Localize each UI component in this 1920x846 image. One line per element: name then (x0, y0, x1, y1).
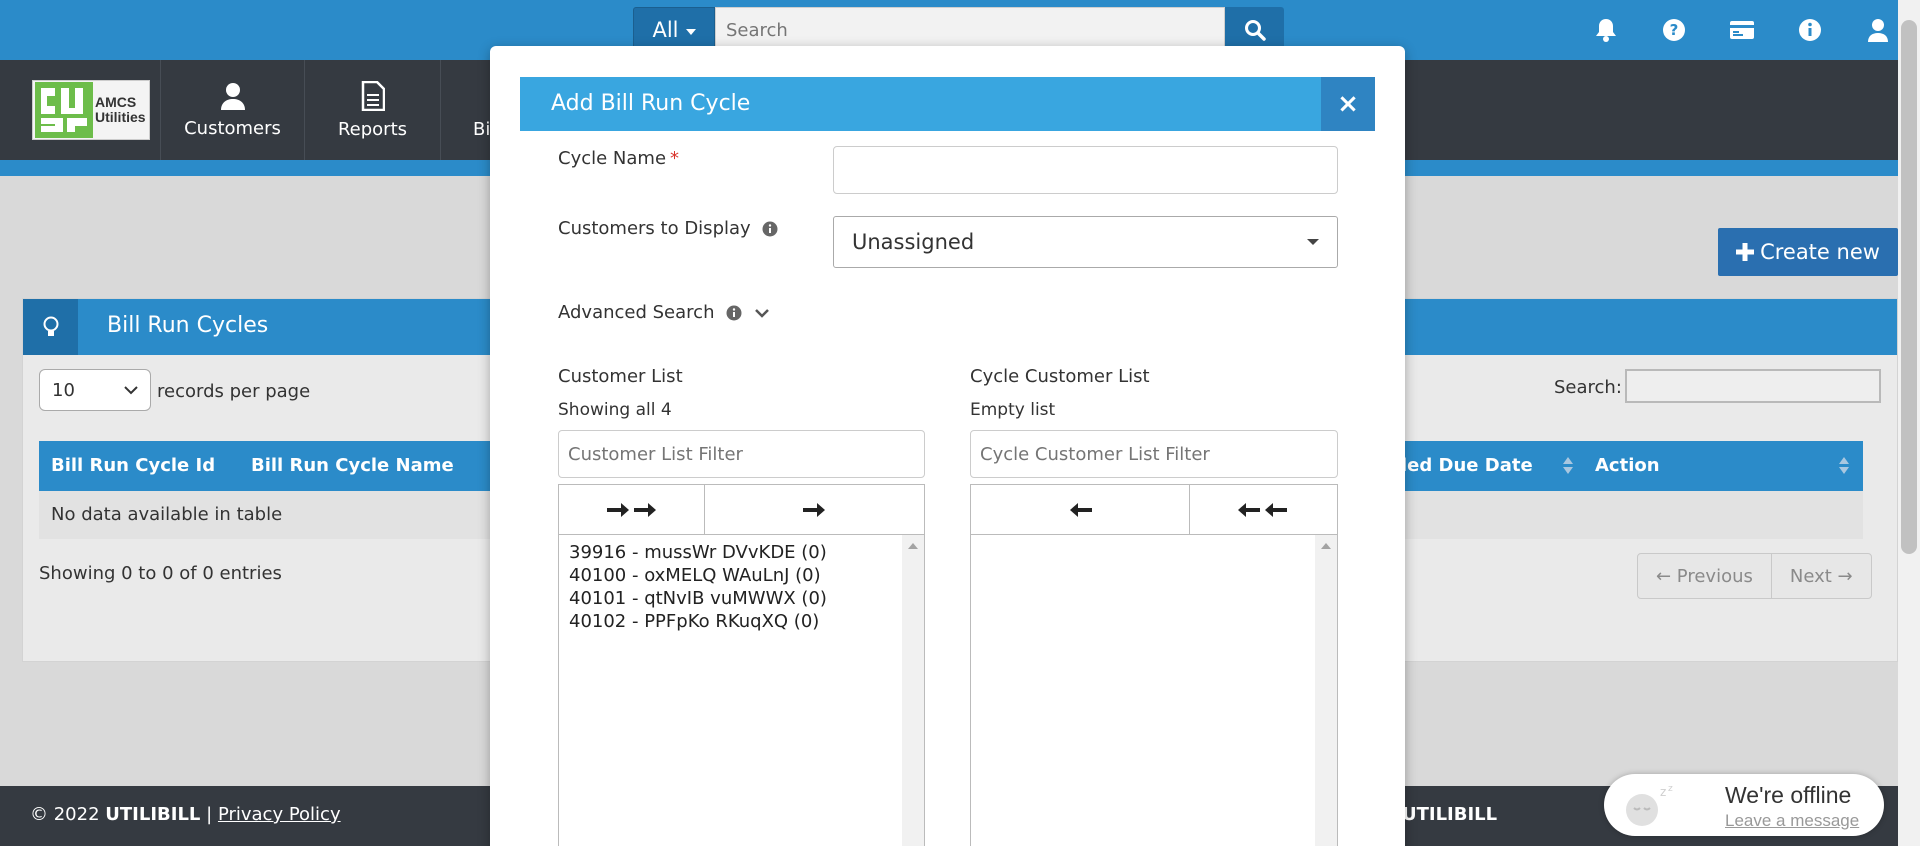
cycle-name-input[interactable] (833, 146, 1338, 194)
list-item[interactable]: 39916 - mussWr DVvKDE (0) (569, 541, 914, 564)
customers-to-display-select[interactable]: Unassigned (833, 216, 1338, 268)
double-arrow-left-icon (1238, 503, 1288, 517)
bell-icon[interactable] (1590, 14, 1622, 46)
info-icon (726, 305, 742, 321)
info-icon[interactable] (1794, 14, 1826, 46)
advanced-search-toggle[interactable]: Advanced Search (558, 302, 770, 323)
move-all-left-button[interactable] (1188, 485, 1337, 535)
nav-item-label: Reports (337, 118, 408, 140)
footer-right-brand: UTILIBILL (1402, 804, 1498, 825)
user-icon (220, 82, 245, 110)
modal-header: Add Bill Run Cycle × (520, 77, 1375, 131)
list-item[interactable]: 40101 - qtNvIB vuMWWX (0) (569, 587, 914, 610)
double-arrow-right-icon (606, 503, 656, 517)
svg-text:z: z (1660, 785, 1666, 799)
create-new-button[interactable]: Create new (1718, 228, 1898, 276)
cycle-customer-list[interactable] (970, 534, 1338, 846)
required-mark: * (670, 148, 680, 169)
nav-item-reports[interactable]: Reports (304, 60, 440, 160)
move-all-right-button[interactable] (559, 485, 705, 535)
help-icon[interactable]: ? (1658, 14, 1690, 46)
info-icon (762, 221, 778, 237)
plus-icon (1736, 243, 1755, 261)
create-new-label: Create new (1760, 240, 1880, 264)
customer-list-move-buttons (558, 484, 925, 536)
records-per-page-label: records per page (157, 381, 311, 402)
customers-to-display-label: Customers to Display (558, 218, 778, 239)
cycle-customer-list-title: Cycle Customer List (970, 366, 1150, 387)
nav-item-label: Customers (184, 117, 281, 139)
arrow-right-icon (802, 503, 825, 517)
records-per-page-select[interactable]: 10 (39, 369, 151, 411)
chevron-down-icon (755, 309, 769, 318)
customer-list[interactable]: 39916 - mussWr DVvKDE (0) 40100 - oxMELQ… (558, 534, 925, 846)
nav-item-customers[interactable]: Customers (160, 60, 304, 160)
sleeping-face-icon: zz (1626, 784, 1673, 826)
logo[interactable]: AMCS Utilities (32, 80, 150, 140)
column-header-due-date[interactable]: led Due Date (1401, 455, 1533, 476)
move-selected-left-button[interactable] (971, 485, 1189, 535)
pagination: ← Previous Next → (1637, 553, 1872, 599)
customers-to-display-value: Unassigned (852, 230, 975, 254)
search-scope-label: All (652, 18, 679, 42)
arrow-left-icon (1069, 503, 1092, 517)
footer-left: © 2022 UTILIBILL | Privacy Policy (30, 804, 341, 825)
cycle-customer-list-filter[interactable] (970, 430, 1338, 478)
cycle-name-label: Cycle Name * (558, 148, 680, 169)
logo-mark-icon (35, 82, 93, 138)
top-icons: ? (1590, 14, 1894, 46)
add-bill-run-cycle-modal: Add Bill Run Cycle × Cycle Name * Custome… (490, 46, 1405, 846)
list-item[interactable]: 40100 - oxMELQ WAuLnJ (0) (569, 564, 914, 587)
close-button[interactable]: × (1321, 77, 1375, 131)
column-header-name[interactable]: Bill Run Cycle Name (251, 455, 454, 476)
chevron-down-icon (124, 386, 138, 395)
previous-button[interactable]: ← Previous (1638, 554, 1771, 598)
card-icon[interactable] (1726, 14, 1758, 46)
customer-list-count: Showing all 4 (558, 400, 672, 420)
caret-down-icon (1307, 239, 1319, 245)
search-icon (1244, 20, 1266, 41)
cycle-customer-list-count: Empty list (970, 400, 1056, 420)
move-selected-right-button[interactable] (704, 485, 924, 535)
page-scrollbar[interactable] (1898, 0, 1920, 846)
panel-title: Bill Run Cycles (107, 313, 269, 338)
logo-text-line1: AMCS (95, 94, 137, 110)
footer-brand: UTILIBILL (105, 804, 201, 825)
close-icon: × (1337, 89, 1359, 119)
logo-text-line2: Utilities (95, 109, 146, 125)
lightbulb-icon (23, 299, 78, 355)
caret-down-icon (685, 29, 696, 35)
table-info: Showing 0 to 0 of 0 entries (39, 563, 282, 584)
records-per-page-value: 10 (52, 379, 75, 401)
footer-separator: | (206, 804, 213, 825)
column-header-action[interactable]: Action (1595, 455, 1660, 476)
leave-message-link[interactable]: Leave a message (1725, 811, 1859, 831)
copyright: © 2022 (30, 804, 100, 825)
list-scrollbar[interactable] (902, 535, 924, 846)
scrollbar-thumb[interactable] (1901, 20, 1917, 554)
next-button[interactable]: Next → (1770, 554, 1871, 598)
chat-widget[interactable]: zz We're offline Leave a message (1604, 774, 1884, 836)
nav-item-label: Bi (473, 118, 491, 140)
sort-icon (1839, 455, 1849, 477)
customer-list-title: Customer List (558, 366, 683, 387)
svg-text:z: z (1668, 784, 1673, 794)
customer-list-filter[interactable] (558, 430, 925, 478)
list-scrollbar[interactable] (1315, 535, 1337, 846)
chat-status: We're offline (1725, 782, 1852, 808)
sort-icon (1563, 455, 1573, 477)
svg-text:?: ? (1670, 21, 1679, 39)
privacy-policy-link[interactable]: Privacy Policy (218, 804, 341, 825)
user-icon[interactable] (1862, 14, 1894, 46)
table-search-input[interactable] (1625, 369, 1881, 403)
cycle-customer-list-move-buttons (970, 484, 1338, 536)
column-header-id[interactable]: Bill Run Cycle Id (51, 455, 215, 476)
document-icon (361, 80, 385, 111)
list-item[interactable]: 40102 - PPFpKo RKuqXQ (0) (569, 610, 914, 633)
modal-title: Add Bill Run Cycle (551, 91, 751, 116)
customer-list-items: 39916 - mussWr DVvKDE (0) 40100 - oxMELQ… (559, 535, 924, 639)
table-search-label: Search: (1554, 377, 1622, 398)
